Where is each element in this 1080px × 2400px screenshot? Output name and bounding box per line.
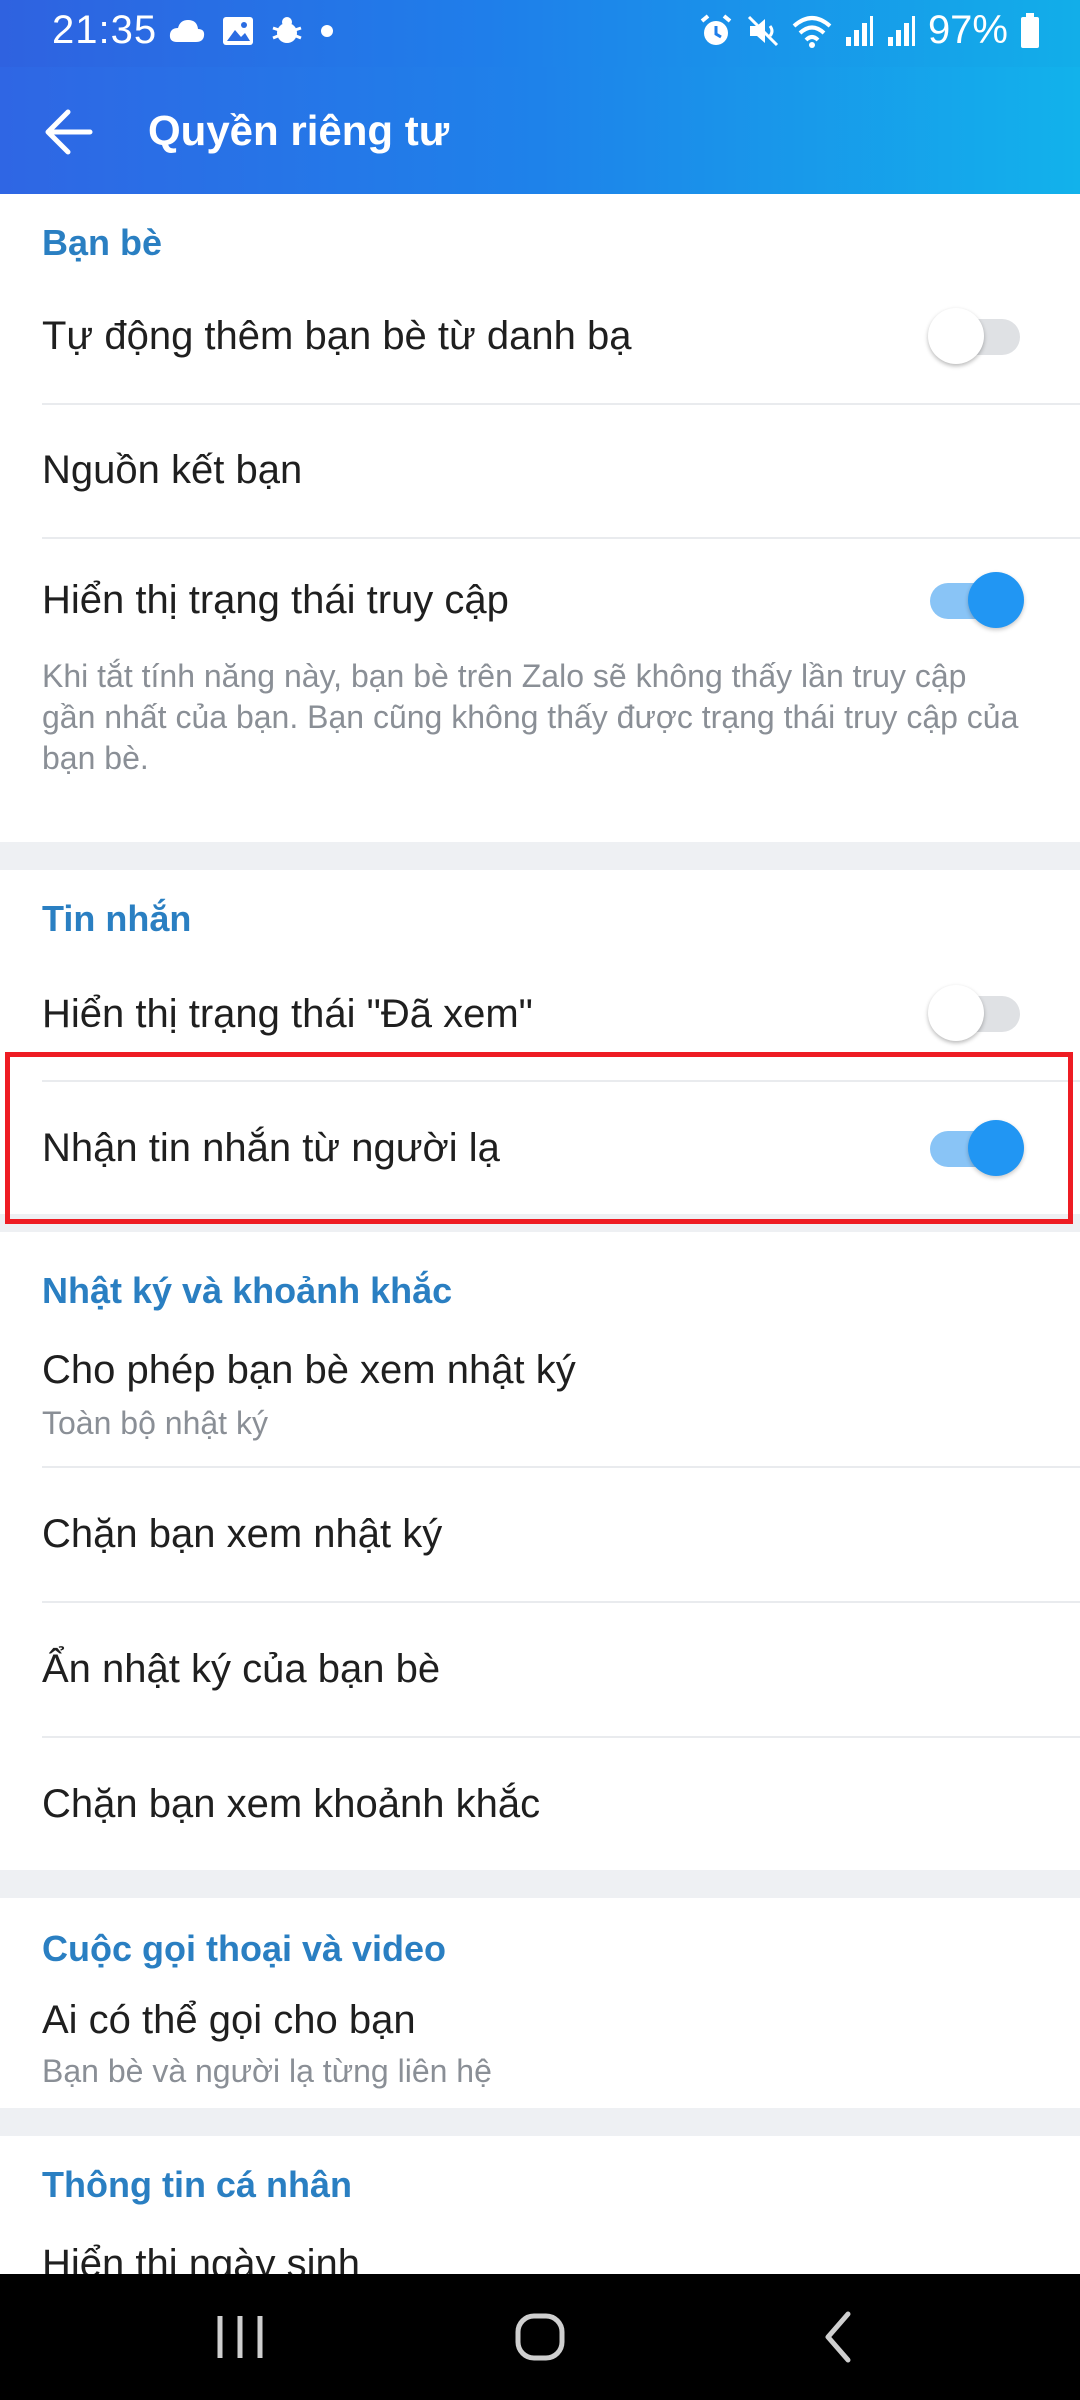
recent-apps-button[interactable]: [200, 2302, 280, 2372]
setting-label-show-access-status: Hiển thị trạng thái truy cập: [42, 578, 509, 622]
alarm-icon: [700, 13, 732, 45]
mute-icon: [747, 15, 778, 46]
setting-label-show-seen: Hiển thị trạng thái "Đã xem": [42, 992, 533, 1036]
bug-icon: [272, 17, 302, 43]
toggle-messages-from-strangers[interactable]: [928, 1120, 1024, 1178]
dot-icon: [321, 25, 333, 37]
section-gap: [0, 2108, 1080, 2136]
arrow-left-icon: [45, 109, 93, 155]
toggle-show-access-status[interactable]: [928, 572, 1024, 630]
wifi-icon: [792, 15, 832, 48]
status-bar: 21:35 97%: [0, 0, 1080, 67]
image-icon: [223, 17, 253, 45]
nav-back-button[interactable]: [800, 2302, 880, 2372]
back-icon: [825, 2311, 851, 2363]
setting-description-access-status: Khi tắt tính năng này, bạn bè trên Zalo …: [42, 658, 1019, 776]
section-gap: [0, 1214, 1080, 1232]
setting-label-block-view-diary: Chặn bạn xem nhật ký: [42, 1512, 443, 1556]
signal-icon: [887, 15, 915, 46]
battery-icon: [1021, 12, 1039, 48]
setting-label-friend-source: Nguồn kết bạn: [42, 448, 303, 492]
setting-label-who-can-call: Ai có thể gọi cho bạn: [42, 1998, 416, 2042]
setting-label-allow-view-diary: Cho phép bạn bè xem nhật ký: [42, 1348, 576, 1392]
battery-percent: 97%: [927, 8, 1008, 52]
signal-icon: [845, 15, 873, 46]
setting-label-auto-add-friends: Tự động thêm bạn bè từ danh bạ: [42, 314, 632, 358]
system-nav-bar: [0, 2274, 1080, 2400]
section-title-messages: Tin nhắn: [42, 898, 192, 939]
section-title-friends: Bạn bè: [42, 222, 163, 263]
page-title: Quyền riêng tư: [148, 107, 450, 154]
section-gap: [0, 1870, 1080, 1898]
toggle-show-seen[interactable]: [928, 985, 1023, 1043]
section-gap: [0, 842, 1080, 870]
setting-label-hide-friends-diary: Ẩn nhật ký của bạn bè: [42, 1647, 441, 1691]
app-bar: Quyền riêng tư: [0, 67, 1080, 194]
setting-label-block-moments: Chặn bạn xem khoảnh khắc: [42, 1782, 541, 1826]
section-title-personal: Thông tin cá nhân: [42, 2164, 352, 2205]
setting-value-who-can-call: Bạn bè và người lạ từng liên hệ: [42, 2053, 492, 2089]
home-button[interactable]: [500, 2302, 580, 2372]
back-button[interactable]: [38, 97, 108, 167]
toggle-auto-add-friends[interactable]: [928, 308, 1023, 366]
section-title-diary: Nhật ký và khoảnh khắc: [42, 1270, 453, 1311]
home-icon: [515, 2313, 565, 2361]
setting-label-messages-from-strangers: Nhận tin nhắn từ người lạ: [42, 1126, 500, 1170]
section-title-calls: Cuộc gọi thoại và video: [42, 1928, 447, 1969]
recent-apps-icon: [217, 2316, 263, 2358]
setting-value-allow-view-diary: Toàn bộ nhật ký: [42, 1405, 268, 1441]
cloud-icon: [169, 20, 205, 42]
status-time: 21:35: [52, 8, 158, 52]
